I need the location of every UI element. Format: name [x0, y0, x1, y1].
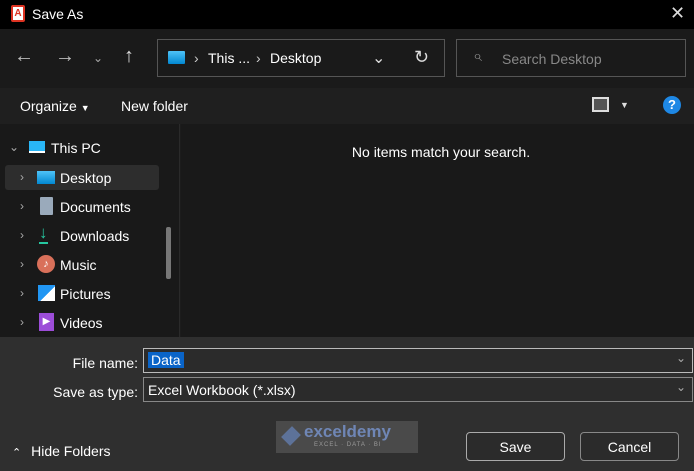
sidebar-item-pictures[interactable]: › Pictures — [5, 281, 159, 306]
file-list: No items match your search. — [181, 124, 694, 337]
sidebar-item-this-pc[interactable]: This PC — [51, 140, 101, 156]
sidebar-item-label: Pictures — [60, 286, 111, 302]
save-form: File name: Data ⌄ Save as type: Excel Wo… — [0, 337, 694, 471]
sidebar-scrollbar[interactable] — [166, 227, 171, 279]
title-bar: A Save As ✕ — [0, 0, 694, 29]
sidebar-item-label: Downloads — [60, 228, 130, 244]
chevron-right-icon: › — [20, 286, 24, 300]
desktop-icon — [37, 171, 55, 184]
chevron-right-icon: › — [20, 257, 24, 271]
window-title: Save As — [32, 6, 84, 22]
sidebar-item-label: Music — [60, 257, 97, 273]
save-type-select[interactable]: Excel Workbook (*.xlsx) ⌄ — [143, 377, 693, 402]
recent-locations-chevron-icon[interactable]: ⌄ — [93, 51, 103, 65]
expand-chevron-icon[interactable]: ⌄ — [9, 140, 19, 154]
exceldemy-watermark: exceldemy EXCEL · DATA · BI — [276, 421, 418, 453]
watermark-logo-icon — [281, 426, 301, 446]
download-arrow-icon: ↓ — [39, 223, 48, 244]
sidebar-item-desktop[interactable]: › Desktop — [5, 165, 159, 190]
chevron-right-icon: › — [20, 315, 24, 329]
breadcrumb-this-pc[interactable]: This ... — [208, 50, 250, 66]
address-dropdown-icon[interactable]: ⌄ — [372, 48, 385, 68]
close-icon[interactable]: ✕ — [670, 3, 685, 24]
sidebar-item-label: Documents — [60, 199, 131, 215]
breadcrumb-separator: › — [194, 50, 199, 66]
file-name-input[interactable]: Data — [148, 352, 184, 368]
chevron-up-icon: ⌃ — [12, 447, 22, 459]
sidebar-item-videos[interactable]: › ▶ Videos — [5, 310, 159, 335]
sidebar-item-label: Desktop — [60, 170, 112, 186]
search-box[interactable]: ⌕ Search Desktop — [456, 39, 686, 77]
file-name-label: File name: — [72, 355, 138, 371]
pictures-icon — [38, 285, 55, 301]
breadcrumb-separator: › — [256, 50, 261, 66]
navigation-pane: ⌄ This PC › Desktop › Documents › ↓ Down… — [0, 124, 180, 337]
cancel-button[interactable]: Cancel — [580, 432, 679, 461]
chevron-right-icon: › — [20, 228, 24, 242]
sidebar-item-music[interactable]: › ♪ Music — [5, 252, 159, 277]
hide-folders-button[interactable]: ⌃ Hide Folders — [12, 443, 110, 459]
chevron-right-icon: › — [20, 170, 24, 184]
organize-button[interactable]: Organize ▼ — [20, 98, 90, 114]
pdf-app-icon: A — [11, 5, 25, 22]
view-dropdown-icon[interactable]: ▼ — [620, 100, 629, 110]
hide-folders-label: Hide Folders — [31, 443, 111, 459]
help-button[interactable]: ? — [663, 96, 681, 114]
empty-message: No items match your search. — [351, 144, 531, 160]
organize-label: Organize — [20, 98, 77, 114]
refresh-icon[interactable]: ↻ — [414, 47, 429, 68]
up-arrow-icon[interactable]: ↑ — [124, 45, 134, 68]
chevron-down-icon[interactable]: ⌄ — [676, 351, 686, 365]
music-icon: ♪ — [37, 255, 55, 273]
dropdown-arrow-icon: ▼ — [80, 103, 90, 113]
sidebar-item-label: Videos — [60, 315, 103, 331]
save-type-value: Excel Workbook (*.xlsx) — [148, 382, 296, 398]
view-options-icon[interactable] — [592, 97, 609, 112]
command-bar: Organize ▼ New folder ▼ ? — [0, 88, 694, 124]
chevron-down-icon[interactable]: ⌄ — [676, 380, 686, 394]
chevron-right-icon: › — [20, 199, 24, 213]
search-input[interactable]: Search Desktop — [502, 51, 602, 67]
search-icon: ⌕ — [473, 48, 482, 65]
breadcrumb-desktop[interactable]: Desktop — [270, 50, 321, 66]
address-bar[interactable]: › This ... › Desktop ⌄ ↻ — [157, 39, 445, 77]
sidebar-item-downloads[interactable]: › ↓ Downloads — [5, 223, 159, 248]
back-arrow-icon[interactable]: ← — [14, 45, 34, 68]
desktop-icon — [168, 51, 185, 64]
sidebar-item-documents[interactable]: › Documents — [5, 194, 159, 219]
save-type-label: Save as type: — [53, 384, 138, 400]
save-button[interactable]: Save — [466, 432, 565, 461]
forward-arrow-icon[interactable]: → — [55, 45, 75, 68]
file-name-field[interactable]: Data ⌄ — [143, 348, 693, 373]
documents-icon — [40, 197, 53, 215]
this-pc-icon — [29, 141, 45, 153]
new-folder-button[interactable]: New folder — [121, 98, 188, 114]
videos-icon: ▶ — [39, 313, 54, 331]
